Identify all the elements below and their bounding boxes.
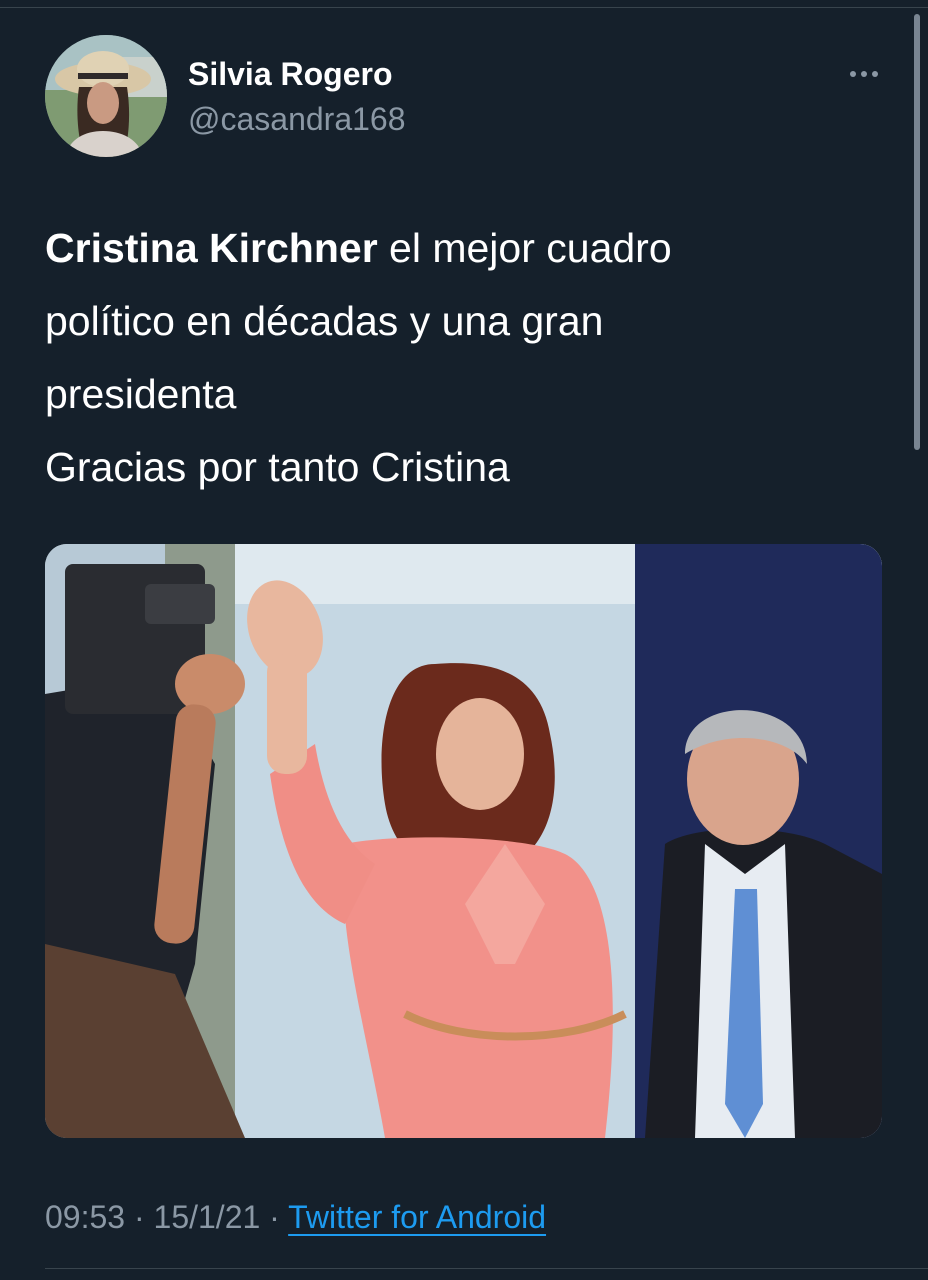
tweet-text-line-2: político en décadas y una gran <box>45 298 604 344</box>
tweet-text-line-4: Gracias por tanto Cristina <box>45 444 510 490</box>
tweet-text-line-1: Cristina Kirchner el mejor cuadro <box>45 212 885 285</box>
tweet-date[interactable]: 15/1/21 <box>154 1199 261 1235</box>
tweet-source-link[interactable]: Twitter for Android <box>288 1199 546 1235</box>
more-options-icon <box>850 71 856 77</box>
top-divider <box>0 0 928 8</box>
tweet-text-line-3: presidenta <box>45 371 237 417</box>
meta-separator: · <box>125 1199 154 1235</box>
more-options-button[interactable] <box>840 56 888 92</box>
tweet-text-line-1-rest: el mejor cuadro <box>377 225 672 271</box>
bottom-divider <box>45 1268 928 1269</box>
photo <box>45 544 882 1138</box>
tweet-text: Cristina Kirchner el mejor cuadro políti… <box>45 212 885 504</box>
author-handle[interactable]: @casandra168 <box>188 99 406 139</box>
meta-separator: · <box>260 1199 289 1235</box>
avatar[interactable] <box>45 35 167 157</box>
more-options-icon-dot <box>872 71 878 77</box>
avatar-photo <box>45 35 167 157</box>
tweet-meta: 09:53 · 15/1/21 · Twitter for Android <box>45 1197 546 1237</box>
tweet-time[interactable]: 09:53 <box>45 1199 125 1235</box>
author-display-name[interactable]: Silvia Rogero <box>188 54 393 94</box>
more-options-icon-dot <box>861 71 867 77</box>
scrollbar-thumb[interactable] <box>914 14 920 450</box>
tweet-media-image[interactable] <box>45 544 882 1138</box>
tweet-text-bold-name: Cristina Kirchner <box>45 225 378 271</box>
